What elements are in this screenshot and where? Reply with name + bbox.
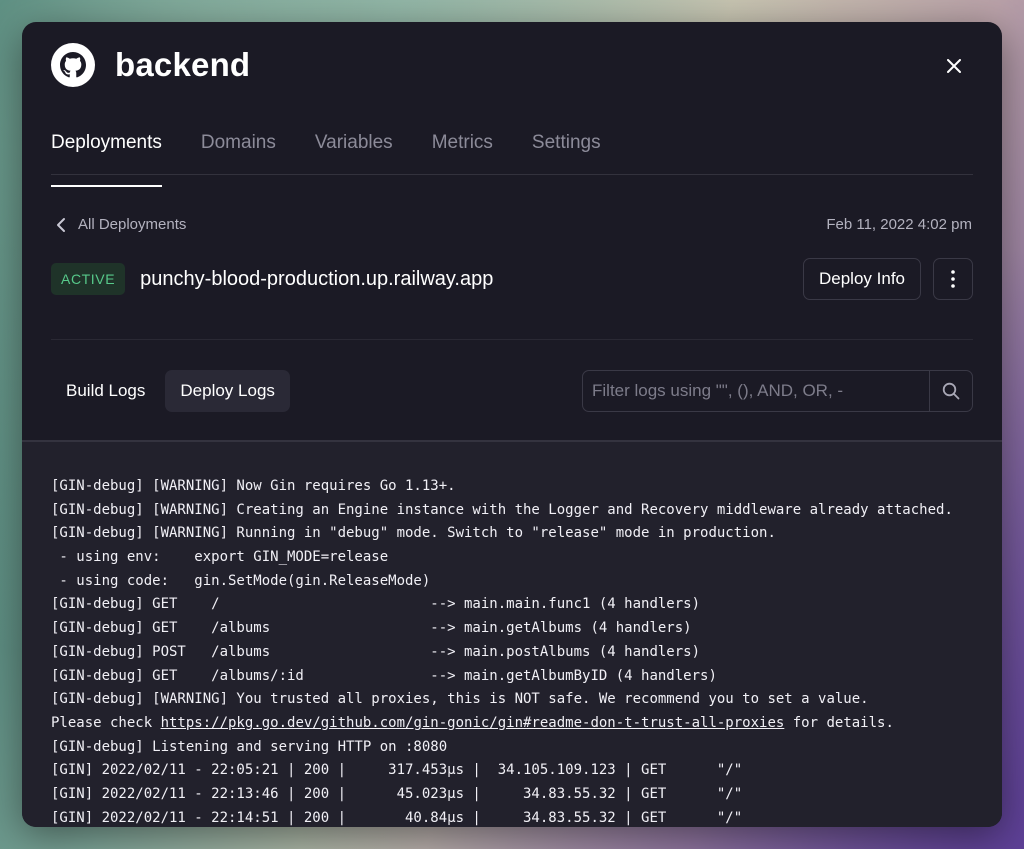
proxies-docs-link[interactable]: https://pkg.go.dev/github.com/gin-gonic/… xyxy=(161,715,785,731)
tab-build-logs[interactable]: Build Logs xyxy=(51,370,160,412)
deploy-logs-panel[interactable]: [GIN-debug] [WARNING] Now Gin requires G… xyxy=(22,440,1002,827)
service-title: backend xyxy=(115,46,251,83)
log-line: [GIN-debug] [WARNING] Running in "debug"… xyxy=(51,525,776,542)
more-vertical-icon xyxy=(951,270,955,288)
log-line: [GIN-debug] [WARNING] Now Gin requires G… xyxy=(51,478,456,494)
log-filter xyxy=(582,370,973,412)
tab-domains[interactable]: Domains xyxy=(201,130,276,174)
back-to-all-deployments[interactable]: All Deployments xyxy=(56,216,186,233)
log-line: - using env: export GIN_MODE=release xyxy=(51,549,389,566)
deploy-info-button[interactable]: Deploy Info xyxy=(803,258,921,300)
tab-metrics[interactable]: Metrics xyxy=(432,130,493,174)
log-line: [GIN] 2022/02/11 - 22:05:21 | 200 | 317.… xyxy=(51,762,743,779)
deployment-date: Feb 11, 2022 4:02 pm xyxy=(826,216,972,233)
log-line: [GIN] 2022/02/11 - 22:14:51 | 200 | 40.8… xyxy=(51,809,743,826)
search-icon xyxy=(942,382,960,400)
log-text: Please check xyxy=(51,714,161,731)
log-line-with-link: Please check https://pkg.go.dev/github.c… xyxy=(51,712,1002,736)
service-tabs: Deployments Domains Variables Metrics Se… xyxy=(51,130,973,187)
service-modal: backend Deployments Domains Variables Me… xyxy=(22,22,1002,827)
status-badge: ACTIVE xyxy=(51,263,126,295)
filter-search-button[interactable] xyxy=(929,371,972,411)
close-icon xyxy=(947,59,961,73)
log-line: [GIN-debug] POST /albums --> main.postAl… xyxy=(51,643,701,660)
tab-settings[interactable]: Settings xyxy=(532,130,601,174)
log-line: [GIN-debug] [WARNING] You trusted all pr… xyxy=(51,691,869,708)
section-divider xyxy=(51,339,973,340)
tab-variables[interactable]: Variables xyxy=(315,130,393,174)
filter-logs-input[interactable] xyxy=(583,371,929,411)
log-line: [GIN-debug] GET /albums --> main.getAlbu… xyxy=(51,620,692,637)
log-line: [GIN-debug] GET / --> main.main.func1 (4… xyxy=(51,596,701,613)
breadcrumb-row: All Deployments Feb 11, 2022 4:02 pm xyxy=(56,216,972,233)
more-options-button[interactable] xyxy=(933,258,973,300)
breadcrumb-label: All Deployments xyxy=(78,216,187,233)
log-line: [GIN-debug] GET /albums/:id --> main.get… xyxy=(51,667,717,684)
close-button[interactable] xyxy=(942,54,966,78)
tab-deploy-logs[interactable]: Deploy Logs xyxy=(165,370,290,412)
deployment-url[interactable]: punchy-blood-production.up.railway.app xyxy=(140,268,493,291)
chevron-left-icon xyxy=(57,217,65,232)
log-line: [GIN] 2022/02/11 - 22:13:46 | 200 | 45.0… xyxy=(51,785,743,802)
log-line: - using code: gin.SetMode(gin.ReleaseMod… xyxy=(51,572,431,589)
modal-header: backend xyxy=(51,43,250,87)
log-line: [GIN-debug] Listening and serving HTTP o… xyxy=(51,738,448,755)
github-icon xyxy=(51,43,95,87)
log-line: [GIN-debug] [WARNING] Creating an Engine… xyxy=(51,501,953,518)
deployment-row: ACTIVE punchy-blood-production.up.railwa… xyxy=(51,258,973,300)
logs-toolbar: Build Logs Deploy Logs xyxy=(51,370,973,412)
log-text: for details. xyxy=(784,714,894,731)
tab-deployments[interactable]: Deployments xyxy=(51,130,162,187)
